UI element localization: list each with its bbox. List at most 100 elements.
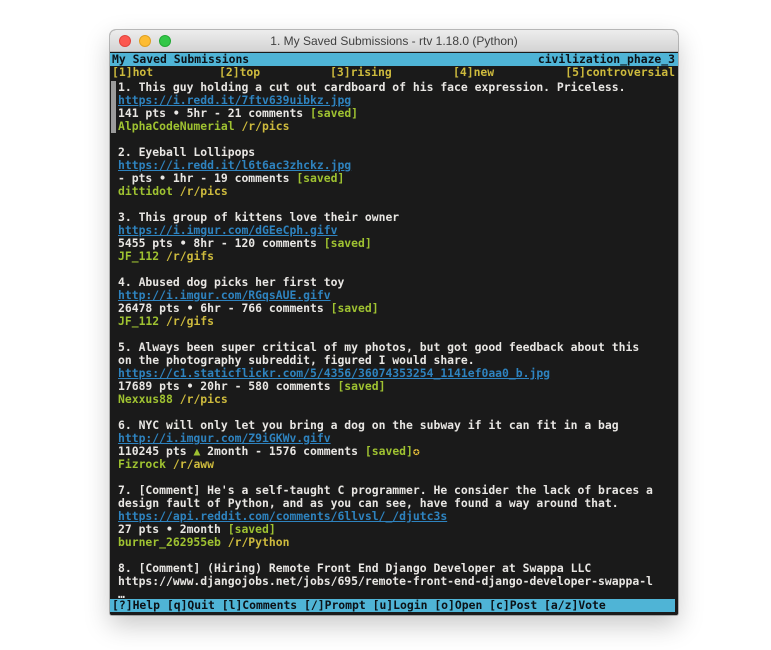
submission-link[interactable]: https://c1.staticflickr.com/5/4356/36074… [118,367,550,380]
author-name: burner_262955eb [118,536,221,549]
submission-byline: JF_112 /r/gifs [118,250,676,263]
submission-link[interactable]: https://i.redd.it/7ftv639uibkz.jpg [118,94,351,107]
blank-line [118,133,676,146]
stats-text: 26478 pts • 6hr - 766 comments [118,302,331,315]
author-name: JF_112 [118,250,159,263]
submission-title[interactable]: 6. NYC will only let you bring a dog on … [118,419,676,432]
subreddit-name: /r/aww [173,458,214,471]
author-name: Fizrock [118,458,166,471]
submission-item[interactable]: 1. This guy holding a cut out cardboard … [118,81,676,133]
submission-title[interactable]: 7. [Comment] He's a self-taught C progra… [118,484,676,497]
submission-list: 1. This guy holding a cut out cardboard … [110,79,678,601]
status-header: My Saved Submissions civilization_phaze_… [110,53,678,66]
tab-rising[interactable]: [3]rising [330,66,392,79]
submission-title[interactable]: on the photography subreddit, figured I … [118,354,676,367]
author-name: dittidot [118,185,173,198]
shortcut-footer: [?]Help [q]Quit [l]Comments [/]Prompt [u… [110,599,675,612]
submission-link[interactable]: https://i.redd.it/l6t6ac3zhckz.jpg [118,159,351,172]
submission-stats: - pts • 1hr - 19 comments [saved] [118,172,676,185]
subreddit-name: /r/pics [180,393,228,406]
submission-url[interactable]: https://i.redd.it/l6t6ac3zhckz.jpg [118,159,676,172]
submission-title[interactable]: 8. [Comment] (Hiring) Remote Front End D… [118,562,676,575]
saved-badge: [saved] [296,172,344,185]
subreddit-name: /r/gifs [166,315,214,328]
author-name: Nexxus88 [118,393,173,406]
titlebar[interactable]: 1. My Saved Submissions - rtv 1.18.0 (Py… [110,30,678,52]
blank-line [118,328,676,341]
subreddit-name: /r/Python [228,536,290,549]
submission-url[interactable]: https://api.reddit.com/comments/6llvsl/_… [118,510,676,523]
submission-title[interactable]: 2. Eyeball Lollipops [118,146,676,159]
submission-item[interactable]: 2. Eyeball Lollipopshttps://i.redd.it/l6… [118,146,676,198]
submission-item[interactable]: 4. Abused dog picks her first toyhttp://… [118,276,676,328]
tab-new[interactable]: [4]new [453,66,494,79]
gilded-icon: ✪ [413,445,420,458]
submission-stats: 5455 pts • 8hr - 120 comments [saved] [118,237,676,250]
zoom-button-icon[interactable] [159,35,171,47]
submission-item[interactable]: 6. NYC will only let you bring a dog on … [118,419,676,471]
traffic-lights [119,35,171,47]
blank-line [118,406,676,419]
submission-title[interactable]: design fault of Python, and as you can s… [118,497,676,510]
submission-url[interactable]: http://i.imgur.com/RGqsAUE.gifv [118,289,676,302]
submission-item[interactable]: 7. [Comment] He's a self-taught C progra… [118,484,676,549]
submission-stats: 110245 pts ▲ 2month - 1576 comments [sav… [118,445,676,458]
submission-title[interactable]: 5. Always been super critical of my phot… [118,341,676,354]
logged-in-username: civilization_phaze_3 [538,53,675,66]
terminal-window: 1. My Saved Submissions - rtv 1.18.0 (Py… [110,30,678,615]
submission-byline: dittidot /r/pics [118,185,676,198]
blank-line [118,549,676,562]
stats-text: 17689 pts • 20hr - 580 comments [118,380,337,393]
saved-badge: [saved] [365,445,413,458]
tab-controversial[interactable]: [5]controversial [565,66,675,79]
submission-byline: Nexxus88 /r/pics [118,393,676,406]
page-title: My Saved Submissions [112,53,249,66]
submission-title[interactable]: 1. This guy holding a cut out cardboard … [118,81,676,94]
stats-text: - pts • 1hr - 19 comments [118,172,296,185]
submission-title[interactable]: https://www.djangojobs.net/jobs/695/remo… [118,575,676,588]
tab-top[interactable]: [2]top [219,66,260,79]
submission-byline: AlphaCodeNumerial /r/pics [118,120,676,133]
blank-line [118,263,676,276]
submission-link[interactable]: http://i.imgur.com/RGqsAUE.gifv [118,289,331,302]
saved-badge: [saved] [331,302,379,315]
stats-text: 141 pts • 5hr - 21 comments [118,107,310,120]
submission-item[interactable]: 3. This group of kittens love their owne… [118,211,676,263]
submission-url[interactable]: https://i.redd.it/7ftv639uibkz.jpg [118,94,676,107]
submission-url[interactable]: https://i.imgur.com/dGEeCph.gifv [118,224,676,237]
saved-badge: [saved] [324,237,372,250]
window-title: 1. My Saved Submissions - rtv 1.18.0 (Py… [270,34,517,48]
tab-bar: [1]hot [2]top [3]rising [4]new [5]controvers… [110,66,678,79]
submission-stats: 17689 pts • 20hr - 580 comments [saved] [118,380,676,393]
submission-stats: 141 pts • 5hr - 21 comments [saved] [118,107,676,120]
tab-hot[interactable]: [1]hot [112,66,153,79]
minimize-button-icon[interactable] [139,35,151,47]
submission-stats: 26478 pts • 6hr - 766 comments [saved] [118,302,676,315]
author-name: JF_112 [118,315,159,328]
author-name: AlphaCodeNumerial [118,120,235,133]
stats-text: 27 pts • 2month [118,523,228,536]
subreddit-name: /r/gifs [166,250,214,263]
submission-title[interactable]: 4. Abused dog picks her first toy [118,276,676,289]
subreddit-name: /r/pics [241,120,289,133]
selection-cursor[interactable] [111,81,116,133]
close-button-icon[interactable] [119,35,131,47]
saved-badge: [saved] [228,523,276,536]
submission-byline: burner_262955eb /r/Python [118,536,676,549]
stats-text: 5455 pts • 8hr - 120 comments [118,237,324,250]
submission-byline: JF_112 /r/gifs [118,315,676,328]
submission-item[interactable]: 5. Always been super critical of my phot… [118,341,676,406]
submission-title[interactable]: 3. This group of kittens love their owne… [118,211,676,224]
saved-badge: [saved] [337,380,385,393]
submission-link[interactable]: http://i.imgur.com/Z9iGKWv.gifv [118,432,331,445]
submission-link[interactable]: https://api.reddit.com/comments/6llvsl/_… [118,510,447,523]
submission-url[interactable]: https://c1.staticflickr.com/5/4356/36074… [118,367,676,380]
submission-link[interactable]: https://i.imgur.com/dGEeCph.gifv [118,224,337,237]
submission-stats: 27 pts • 2month [saved] [118,523,676,536]
stats-text: 2month - 1576 comments [200,445,365,458]
submission-byline: Fizrock /r/aww [118,458,676,471]
subreddit-name: /r/pics [180,185,228,198]
blank-line [118,198,676,211]
submission-url[interactable]: http://i.imgur.com/Z9iGKWv.gifv [118,432,676,445]
submission-item[interactable]: 8. [Comment] (Hiring) Remote Front End D… [118,562,676,601]
